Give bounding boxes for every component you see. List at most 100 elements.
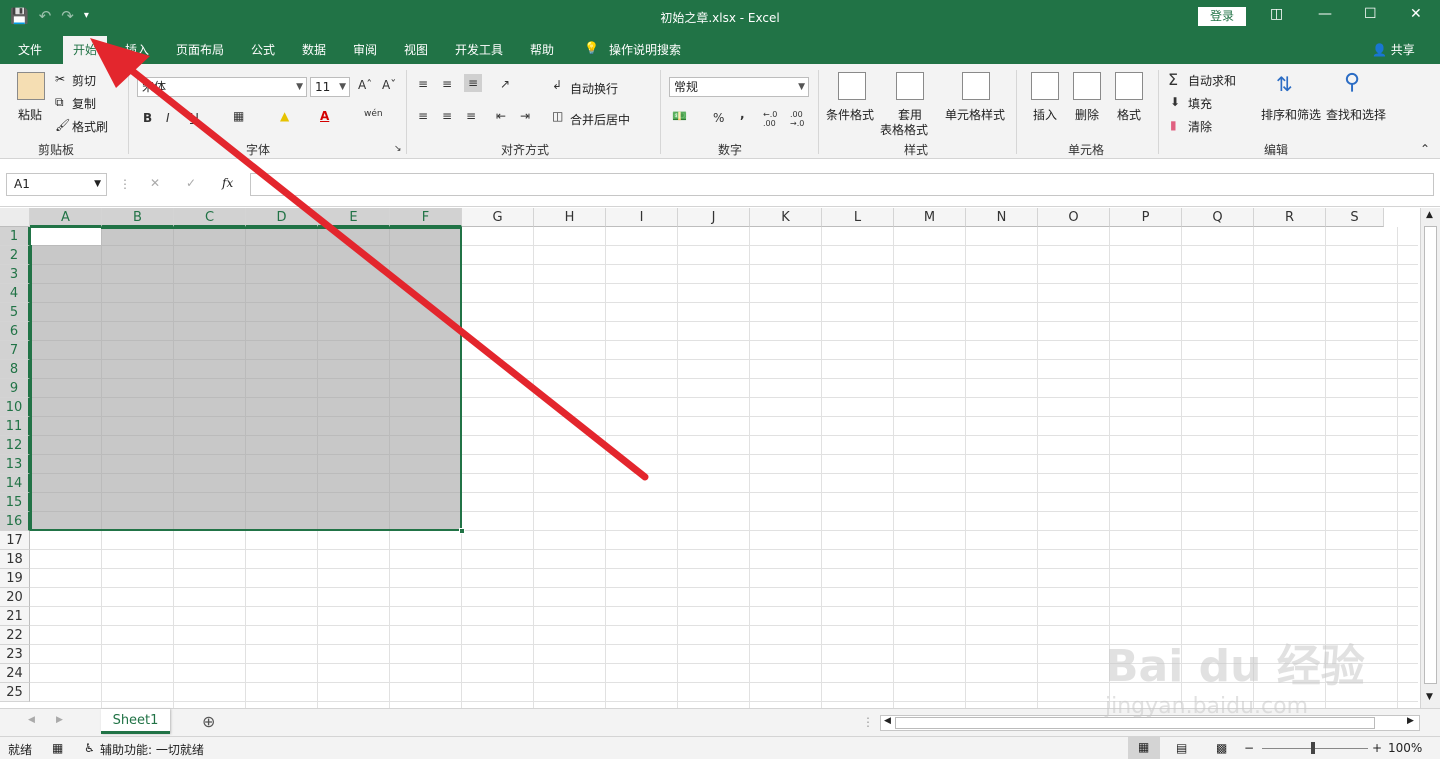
- column-header-p[interactable]: P: [1110, 208, 1182, 227]
- copy-icon[interactable]: ⧉: [55, 95, 64, 110]
- tab-data[interactable]: 数据: [302, 41, 326, 58]
- insert-cells-icon[interactable]: [1031, 72, 1059, 100]
- column-header-f[interactable]: F: [390, 208, 462, 227]
- row-header-21[interactable]: 21: [0, 607, 30, 626]
- sheet-tab-sheet1[interactable]: Sheet1: [101, 709, 170, 734]
- format-painter-icon[interactable]: 🖌: [55, 118, 70, 132]
- tab-file[interactable]: 文件: [18, 41, 42, 58]
- tell-me-search[interactable]: 操作说明搜索: [609, 41, 681, 58]
- confirm-entry-icon[interactable]: ✓: [186, 176, 196, 190]
- row-header-22[interactable]: 22: [0, 626, 30, 645]
- phonetic-guide-icon[interactable]: wén: [364, 109, 383, 119]
- fill-handle[interactable]: [459, 528, 465, 534]
- column-header-c[interactable]: C: [174, 208, 246, 227]
- column-header-s[interactable]: S: [1326, 208, 1384, 227]
- row-header-23[interactable]: 23: [0, 645, 30, 664]
- format-cells-icon[interactable]: [1115, 72, 1143, 100]
- scroll-down-icon[interactable]: ▼: [1426, 692, 1433, 702]
- row-header-18[interactable]: 18: [0, 550, 30, 569]
- cut-icon[interactable]: ✂: [55, 72, 65, 86]
- fill-button[interactable]: 填充: [1188, 95, 1212, 112]
- dialog-launcher-icon[interactable]: ↘: [394, 144, 402, 154]
- row-header-4[interactable]: 4: [0, 284, 30, 303]
- row-header-11[interactable]: 11: [0, 417, 30, 436]
- tab-page-layout[interactable]: 页面布局: [176, 41, 224, 58]
- delete-cells-icon[interactable]: [1073, 72, 1101, 100]
- align-middle-icon[interactable]: ≡: [442, 77, 452, 91]
- page-break-view-icon[interactable]: ▩: [1216, 741, 1227, 755]
- zoom-level[interactable]: 100%: [1388, 741, 1422, 755]
- row-header-7[interactable]: 7: [0, 341, 30, 360]
- align-top-icon[interactable]: ≡: [418, 77, 428, 91]
- underline-button[interactable]: U: [190, 111, 199, 125]
- font-size-select[interactable]: 11 ▼: [310, 77, 350, 97]
- ribbon-display-options-icon[interactable]: ◫: [1270, 6, 1283, 22]
- column-header-m[interactable]: M: [894, 208, 966, 227]
- tab-help[interactable]: 帮助: [530, 41, 554, 58]
- row-header-3[interactable]: 3: [0, 265, 30, 284]
- column-header-j[interactable]: J: [678, 208, 750, 227]
- row-header-5[interactable]: 5: [0, 303, 30, 322]
- share-button[interactable]: 👤 共享: [1372, 41, 1415, 58]
- row-header-13[interactable]: 13: [0, 455, 30, 474]
- percent-button[interactable]: %: [713, 111, 724, 125]
- align-right-icon[interactable]: ≡: [466, 109, 476, 123]
- decrease-indent-icon[interactable]: ⇤: [496, 109, 506, 123]
- paste-button[interactable]: 粘贴: [18, 106, 42, 123]
- macro-record-icon[interactable]: ▦: [52, 741, 63, 755]
- next-sheet-icon[interactable]: ▶: [56, 715, 63, 725]
- collapse-ribbon-icon[interactable]: ⌃: [1420, 142, 1430, 156]
- sort-filter-icon[interactable]: ⇅: [1276, 72, 1293, 96]
- tab-developer[interactable]: 开发工具: [455, 41, 503, 58]
- row-header-14[interactable]: 14: [0, 474, 30, 493]
- row-header-1[interactable]: 1: [0, 227, 30, 246]
- align-center-icon[interactable]: ≡: [442, 109, 452, 123]
- orientation-icon[interactable]: ↗: [500, 77, 510, 91]
- decrease-font-icon[interactable]: Aˇ: [382, 78, 396, 92]
- increase-font-icon[interactable]: Aˆ: [358, 78, 372, 92]
- row-header-8[interactable]: 8: [0, 360, 30, 379]
- column-header-o[interactable]: O: [1038, 208, 1110, 227]
- row-header-17[interactable]: 17: [0, 531, 30, 550]
- conditional-formatting-button[interactable]: 条件格式: [826, 106, 874, 123]
- zoom-slider[interactable]: [1262, 748, 1368, 749]
- row-header-19[interactable]: 19: [0, 569, 30, 588]
- selected-range[interactable]: [30, 227, 462, 531]
- row-header-24[interactable]: 24: [0, 664, 30, 683]
- tab-review[interactable]: 审阅: [353, 41, 377, 58]
- comma-button[interactable]: ,: [740, 107, 745, 121]
- column-header-d[interactable]: D: [246, 208, 318, 227]
- column-header-a[interactable]: A: [30, 208, 102, 227]
- fill-color-icon[interactable]: ▲: [280, 109, 289, 123]
- split-handle-icon[interactable]: ⋮: [862, 715, 874, 729]
- select-all-button[interactable]: [0, 208, 30, 227]
- insert-function-icon[interactable]: fx: [222, 176, 233, 190]
- column-header-l[interactable]: L: [822, 208, 894, 227]
- font-name-select[interactable]: 宋体 ▼: [137, 77, 307, 97]
- page-layout-view-icon[interactable]: ▤: [1176, 741, 1187, 755]
- increase-indent-icon[interactable]: ⇥: [520, 109, 530, 123]
- bold-button[interactable]: B: [143, 111, 152, 125]
- insert-cells-button[interactable]: 插入: [1033, 106, 1057, 123]
- row-header-16[interactable]: 16: [0, 512, 30, 531]
- row-header-12[interactable]: 12: [0, 436, 30, 455]
- scroll-thumb[interactable]: [1424, 226, 1437, 684]
- format-painter-button[interactable]: 格式刷: [72, 118, 108, 135]
- formula-input[interactable]: [250, 173, 1434, 196]
- row-header-9[interactable]: 9: [0, 379, 30, 398]
- cell-styles-button[interactable]: 单元格样式: [945, 106, 1005, 123]
- row-header-2[interactable]: 2: [0, 246, 30, 265]
- zoom-slider-thumb[interactable]: [1311, 742, 1315, 754]
- decrease-decimal-button[interactable]: .00 →.0: [790, 110, 814, 128]
- add-sheet-icon[interactable]: ⊕: [202, 712, 215, 731]
- italic-button[interactable]: I: [166, 111, 170, 125]
- row-header-20[interactable]: 20: [0, 588, 30, 607]
- minimize-icon[interactable]: —: [1318, 6, 1332, 22]
- currency-icon[interactable]: 💵: [672, 109, 687, 123]
- maximize-icon[interactable]: ☐: [1364, 6, 1377, 22]
- vertical-scrollbar[interactable]: ▲ ▼: [1420, 208, 1440, 708]
- wrap-text-button[interactable]: 自动换行: [570, 80, 618, 97]
- tab-home[interactable]: 开始: [63, 36, 108, 64]
- conditional-formatting-icon[interactable]: [838, 72, 866, 100]
- sort-filter-button[interactable]: 排序和筛选: [1261, 106, 1321, 123]
